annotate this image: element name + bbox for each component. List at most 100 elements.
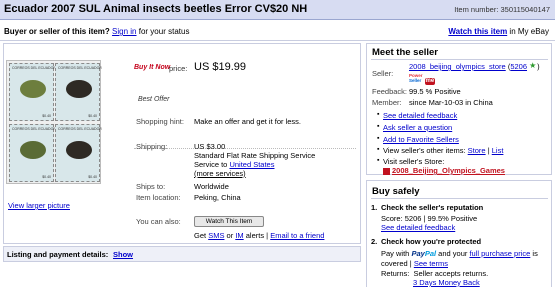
star-icon: ★: [529, 61, 537, 70]
step-1-number: 1.: [371, 203, 378, 212]
add-favorite-link[interactable]: Add to Favorite Sellers: [377, 135, 459, 144]
member-label: Member:: [372, 98, 402, 107]
power-seller-badge[interactable]: Power Seller me: [409, 73, 436, 85]
step-2-number: 2.: [371, 237, 378, 246]
covered-row: covered | See terms: [381, 259, 448, 268]
item-number: Item number: 350115040147: [454, 5, 550, 14]
stamp-image: CORREOS DEL ECUADOR $0.40: [9, 63, 56, 121]
best-offer-label: Best Offer: [138, 96, 170, 103]
buy-safely-heading: Buy safely: [372, 186, 420, 197]
store-icon: [383, 167, 390, 175]
page-title: Ecuador 2007 SUL Animal insects beetles …: [4, 3, 308, 15]
sms-link[interactable]: SMS: [208, 231, 224, 240]
store-link[interactable]: Store: [468, 146, 486, 155]
score-feedback-link[interactable]: See detailed feedback: [381, 223, 455, 232]
stamp-value: $0.40: [42, 114, 51, 118]
returns-label: Returns:: [381, 269, 410, 278]
other-items-row: View seller's other items: Store | List: [377, 146, 504, 155]
email-friend-link[interactable]: Email to a friend: [270, 231, 324, 240]
list-link[interactable]: List: [492, 146, 504, 155]
buy-safely-panel: Buy safely 1. Check the seller's reputat…: [366, 180, 552, 287]
status-text: Buyer or seller of this item? Sign in fo…: [4, 27, 189, 36]
stamp-value: $0.40: [88, 175, 97, 179]
service-to-text: Service to: [194, 160, 228, 169]
store-name-row: 2008_Beijing_Olympics_Games: [383, 166, 505, 175]
divider: [371, 59, 548, 60]
see-detailed-feedback-link[interactable]: See detailed feedback: [377, 111, 457, 120]
feedback-count-link[interactable]: 5206: [510, 62, 527, 71]
divider: [371, 198, 548, 199]
item-location: Peking, China: [194, 193, 241, 202]
title-bar: Ecuador 2007 SUL Animal insects beetles …: [0, 0, 555, 20]
returns-value: Seller accepts returns.: [413, 269, 489, 278]
ships-to: Worldwide: [194, 182, 229, 191]
stamp-header: CORREOS DEL ECUADOR: [12, 66, 56, 70]
beetle-image: [20, 141, 46, 159]
stamp-value: $0.40: [42, 175, 51, 179]
listing-details-label: Listing and payment details:: [7, 250, 109, 259]
status-suffix: for your status: [138, 27, 190, 36]
feedback-close: ): [537, 62, 540, 71]
shopping-hint: Make an offer and get it for less.: [194, 117, 302, 126]
visit-store-label: Visit seller's Store:: [377, 157, 444, 166]
item-image[interactable]: CORREOS DEL ECUADOR $0.40 CORREOS DEL EC…: [6, 60, 102, 184]
returns-row: Returns: Seller accepts returns.: [381, 269, 488, 278]
watch-item-link[interactable]: Watch this item: [448, 27, 507, 36]
service-to: Service to United States: [194, 160, 274, 169]
beetle-image: [20, 80, 46, 98]
get-text: Get: [194, 231, 207, 240]
or-text: or: [226, 231, 234, 240]
other-items-text: View seller's other items:: [383, 146, 466, 155]
more-services-link[interactable]: (more services): [194, 169, 246, 178]
view-larger-picture-link[interactable]: View larger picture: [8, 201, 70, 210]
shopping-hint-label: Shopping hint:: [136, 117, 184, 126]
status-bar: Buyer or seller of this item? Sign in fo…: [0, 21, 555, 41]
buy-it-now-icon: Buy It Now: [134, 64, 171, 71]
sign-in-link[interactable]: Sign in: [112, 27, 136, 36]
stamp-image: CORREOS DEL ECUADOR $0.40: [55, 63, 102, 121]
divider: [134, 148, 356, 149]
pay-rest-text: and your: [438, 249, 468, 258]
watch-section: Watch this item in My eBay: [448, 27, 549, 36]
listing-details-bar: Listing and payment details: Show: [3, 246, 361, 262]
covered-text: covered |: [381, 259, 412, 268]
feedback-value: 99.5 % Positive: [409, 87, 461, 96]
seller-info: 2008_beijing_olympics_store (5206 ★): [409, 61, 540, 72]
stamp-image: CORREOS DEL ECUADOR $0.40: [9, 124, 56, 182]
step-1-title: Check the seller's reputation: [381, 203, 484, 212]
alerts-row: Get SMS or IM alerts | Email to a friend: [194, 231, 324, 240]
step-2-title: Check how you're protected: [381, 237, 482, 246]
full-purchase-link[interactable]: full purchase price: [469, 249, 530, 258]
stamp-header: CORREOS DEL ECUADOR: [58, 127, 102, 131]
feedback-label: Feedback:: [372, 87, 408, 96]
beetle-image: [66, 141, 92, 159]
paypal-logo: PayPal: [411, 249, 436, 258]
status-prefix: Buyer or seller of this item?: [4, 27, 110, 36]
is-text: is: [532, 249, 538, 258]
united-states-link[interactable]: United States: [229, 160, 274, 169]
listing-panel: CORREOS DEL ECUADOR $0.40 CORREOS DEL EC…: [3, 43, 361, 244]
seller-text: Seller: [409, 78, 422, 83]
member-value: since Mar-10-03 in China: [409, 98, 493, 107]
seller-panel: Meet the seller Seller: 2008_beijing_oly…: [366, 43, 552, 175]
stamp-value: $0.40: [88, 114, 97, 118]
money-back-link[interactable]: 3 Days Money Back: [413, 278, 480, 287]
me-icon[interactable]: me: [424, 78, 436, 85]
you-can-also-label: You can also:: [136, 217, 181, 226]
ask-question-link[interactable]: Ask seller a question: [377, 123, 452, 132]
stamp-image: CORREOS DEL ECUADOR $0.40: [55, 124, 102, 182]
watch-this-item-button[interactable]: Watch This Item: [194, 216, 264, 227]
alerts-text: alerts |: [245, 231, 269, 240]
store-name-link[interactable]: 2008_Beijing_Olympics_Games: [392, 166, 505, 175]
paypal-pal: Pal: [424, 249, 437, 258]
see-terms-link[interactable]: See terms: [414, 259, 448, 268]
meet-seller-heading: Meet the seller: [372, 47, 438, 58]
show-details-link[interactable]: Show: [113, 250, 133, 259]
stamp-header: CORREOS DEL ECUADOR: [58, 66, 102, 70]
im-link[interactable]: IM: [235, 231, 243, 240]
watch-suffix: in My eBay: [509, 27, 549, 36]
seller-name-link[interactable]: 2008_beijing_olympics_store: [409, 62, 506, 71]
ships-to-label: Ships to:: [136, 182, 166, 191]
shipping-service: Standard Flat Rate Shipping Service: [194, 151, 316, 160]
paypal-pay: Pay: [411, 249, 425, 258]
